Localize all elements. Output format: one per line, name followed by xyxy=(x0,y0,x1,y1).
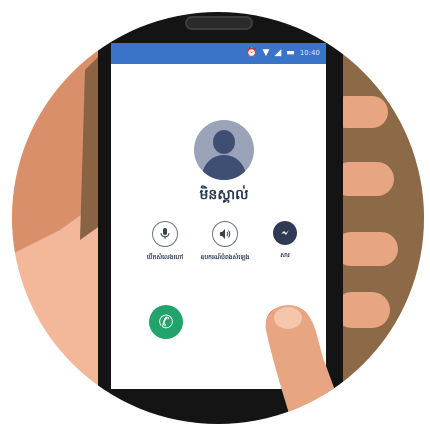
messenger-icon xyxy=(273,221,297,245)
speaker-label: ឧបករណ៍បំពងសំឡេង xyxy=(200,254,250,261)
message-label: សារ xyxy=(280,252,290,259)
caller-name: មិនស្គាល់ xyxy=(199,187,249,203)
decline-call-button[interactable] xyxy=(266,307,298,339)
wifi-icon: ▼ xyxy=(262,48,270,58)
phone-speaker xyxy=(185,16,253,30)
speaker-button[interactable]: ឧបករណ៍បំពងសំឡេង xyxy=(195,221,255,262)
status-bar: ⏰ ▼ ◢ ▬ 10:40 xyxy=(111,43,326,64)
mute-label: បើកសំលេងហៅ xyxy=(146,254,184,261)
person-icon-body xyxy=(202,155,246,180)
microphone-icon xyxy=(152,221,178,247)
speaker-icon xyxy=(212,221,238,247)
answer-call-button[interactable]: ✆ xyxy=(149,305,183,339)
finger xyxy=(334,232,398,266)
caller-avatar xyxy=(194,120,254,180)
signal-icon: ◢ xyxy=(274,48,282,58)
alarm-icon: ⏰ xyxy=(246,48,258,58)
phone-icon: ✆ xyxy=(158,311,174,333)
status-time: 10:40 xyxy=(299,49,320,57)
message-button[interactable]: សារ xyxy=(255,221,315,260)
battery-icon: ▬ xyxy=(286,48,295,58)
person-icon xyxy=(213,130,235,154)
mute-button[interactable]: បើកសំលេងហៅ xyxy=(135,221,195,262)
phone-screen: ⏰ ▼ ◢ ▬ 10:40 មិនស្គាល់ បើកសំលេងហៅ ឧបករណ… xyxy=(111,43,326,389)
